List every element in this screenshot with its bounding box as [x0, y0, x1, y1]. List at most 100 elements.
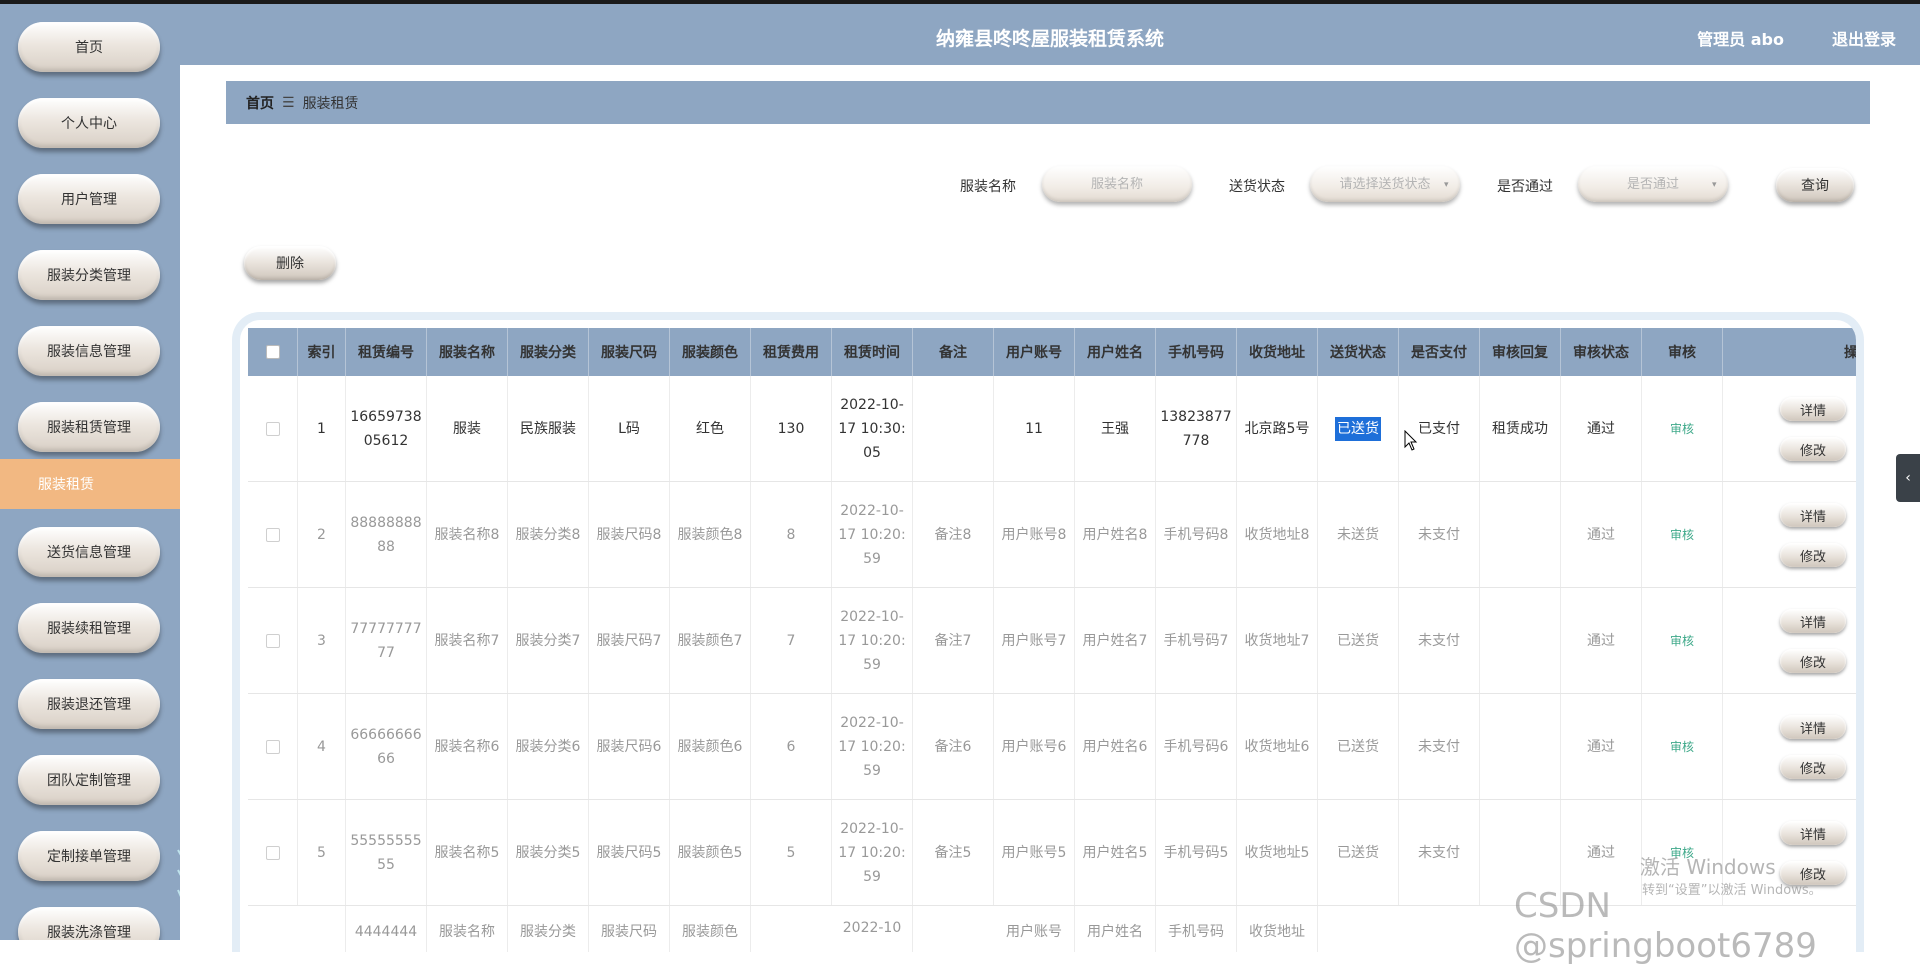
cell-paid: 未支付 — [1399, 800, 1480, 905]
cell-index: 2 — [298, 482, 346, 587]
detail-button[interactable]: 详情 — [1780, 821, 1846, 845]
cell-username: 用户姓名5 — [1075, 800, 1156, 905]
cell-size: 服装尺码8 — [589, 482, 670, 587]
row-checkbox[interactable] — [248, 800, 298, 905]
cell-phone: 手机号码7 — [1156, 588, 1237, 693]
cell-remark: 备注7 — [913, 588, 994, 693]
cell-category: 服装分类6 — [508, 694, 589, 799]
cell-fee: 7 — [751, 588, 832, 693]
cell-phone: 13823877778 — [1156, 376, 1237, 481]
select-all-checkbox[interactable] — [248, 328, 298, 376]
cell-paid: 未支付 — [1399, 482, 1480, 587]
column-header: 审核状态 — [1561, 328, 1642, 376]
cell-size: 服装尺码 — [589, 906, 670, 952]
edit-button[interactable]: 修改 — [1780, 543, 1846, 567]
edit-button[interactable]: 修改 — [1780, 437, 1846, 461]
cell-category: 民族服装 — [508, 376, 589, 481]
row-checkbox[interactable] — [248, 588, 298, 693]
delivery-status-select[interactable] — [1310, 166, 1460, 202]
delete-button[interactable]: 删除 — [244, 246, 336, 280]
cell-name: 服装名称6 — [427, 694, 508, 799]
cell-rental-no: 7777777777 — [346, 588, 427, 693]
cell-paid: 未支付 — [1399, 694, 1480, 799]
row-checkbox[interactable] — [248, 694, 298, 799]
audit-link[interactable]: 审核 — [1670, 417, 1694, 441]
sidebar-item-team-custom-management[interactable]: 团队定制管理 — [18, 755, 160, 805]
cell-account: 用户账号8 — [994, 482, 1075, 587]
audit-link[interactable]: 审核 — [1670, 629, 1694, 653]
column-header: 送货状态 — [1318, 328, 1399, 376]
sidebar-item-category-management[interactable]: 服装分类管理 — [18, 250, 160, 300]
cell-username: 王强 — [1075, 376, 1156, 481]
cell-name: 服装名称8 — [427, 482, 508, 587]
cell-size: 服装尺码7 — [589, 588, 670, 693]
cell-time: 2022-10-17 10:20:59 — [832, 588, 913, 693]
sidebar-item-return-management[interactable]: 服装退还管理 — [18, 679, 160, 729]
cell-audit: 审核 — [1642, 376, 1723, 481]
column-header: 租赁编号 — [346, 328, 427, 376]
cell-fee: 6 — [751, 694, 832, 799]
cell-account: 用户账号5 — [994, 800, 1075, 905]
row-checkbox[interactable] — [248, 482, 298, 587]
cell-color: 红色 — [670, 376, 751, 481]
table-row: 4 6666666666 服装名称6 服装分类6 服装尺码6 服装颜色6 6 2… — [248, 694, 1856, 800]
sidebar-item-renewal-management[interactable]: 服装续租管理 — [18, 603, 160, 653]
cell-remark — [913, 376, 994, 481]
cell-index: 4 — [298, 694, 346, 799]
breadcrumb-separator-icon: ☰ — [282, 94, 295, 111]
mouse-cursor-icon — [1404, 430, 1418, 451]
cell-username: 用户姓名6 — [1075, 694, 1156, 799]
cell-category: 服装分类7 — [508, 588, 589, 693]
cell-delivery: 已送货 — [1318, 588, 1399, 693]
cell-address: 收货地址8 — [1237, 482, 1318, 587]
column-header: 操 — [1844, 345, 1858, 361]
cell-paid: 未支付 — [1399, 588, 1480, 693]
data-table: 索引 租赁编号 服装名称 服装分类 服装尺码 服装颜色 租赁费用 租赁时间 备注… — [232, 312, 1864, 952]
cell-index: 3 — [298, 588, 346, 693]
cell-remark: 备注6 — [913, 694, 994, 799]
cell-address: 北京路5号 — [1237, 376, 1318, 481]
detail-button[interactable]: 详情 — [1780, 609, 1846, 633]
detail-button[interactable]: 详情 — [1780, 503, 1846, 527]
sidebar-item-delivery-management[interactable]: 送货信息管理 — [18, 527, 160, 577]
cell-audit: 审核 — [1642, 694, 1723, 799]
cell-name: 服装 — [427, 376, 508, 481]
sidebar-item-user-management[interactable]: 用户管理 — [18, 174, 160, 224]
logout-link[interactable]: 退出登录 — [1832, 26, 1896, 50]
column-header: 服装颜色 — [670, 328, 751, 376]
detail-button[interactable]: 详情 — [1780, 397, 1846, 421]
cell-audit-status: 通过 — [1561, 694, 1642, 799]
audit-link[interactable]: 审核 — [1670, 523, 1694, 547]
sidebar-item-personal-center[interactable]: 个人中心 — [18, 98, 160, 148]
chevron-left-icon[interactable]: ‹ — [1896, 454, 1920, 502]
cell-time: 2022-10-17 10:20:59 — [832, 482, 913, 587]
breadcrumb-home[interactable]: 首页 — [246, 93, 274, 113]
audit-link[interactable]: 审核 — [1670, 735, 1694, 759]
cell-category: 服装分类 — [508, 906, 589, 952]
cell-phone: 手机号码 — [1156, 906, 1237, 952]
sidebar-item-home[interactable]: 首页 — [18, 22, 160, 72]
cell-address: 收货地址5 — [1237, 800, 1318, 905]
edit-button[interactable]: 修改 — [1780, 755, 1846, 779]
pass-status-select[interactable] — [1578, 166, 1728, 202]
detail-button[interactable]: 详情 — [1780, 715, 1846, 739]
windows-activation-watermark: 激活 Windows — [1640, 855, 1776, 879]
name-search-input[interactable] — [1042, 166, 1192, 202]
cell-index: 1 — [298, 376, 346, 481]
sidebar-item-rental-management[interactable]: 服装租赁管理 — [18, 402, 160, 452]
column-header: 备注 — [913, 328, 994, 376]
row-checkbox[interactable] — [248, 376, 298, 481]
cell-name: 服装名称 — [427, 906, 508, 952]
cell-username: 用户姓名 — [1075, 906, 1156, 952]
cell-username: 用户姓名7 — [1075, 588, 1156, 693]
cell-address: 收货地址6 — [1237, 694, 1318, 799]
cell-rental-no: 4444444 — [346, 906, 427, 952]
column-header: 服装尺码 — [589, 328, 670, 376]
cell-size: 服装尺码5 — [589, 800, 670, 905]
sidebar-item-info-management[interactable]: 服装信息管理 — [18, 326, 160, 376]
cell-audit: 审核 — [1642, 482, 1723, 587]
query-button[interactable]: 查询 — [1776, 168, 1854, 202]
cell-reply — [1480, 482, 1561, 587]
edit-button[interactable]: 修改 — [1780, 649, 1846, 673]
sidebar-subitem-rental-active[interactable]: 服装租赁 — [0, 459, 180, 509]
